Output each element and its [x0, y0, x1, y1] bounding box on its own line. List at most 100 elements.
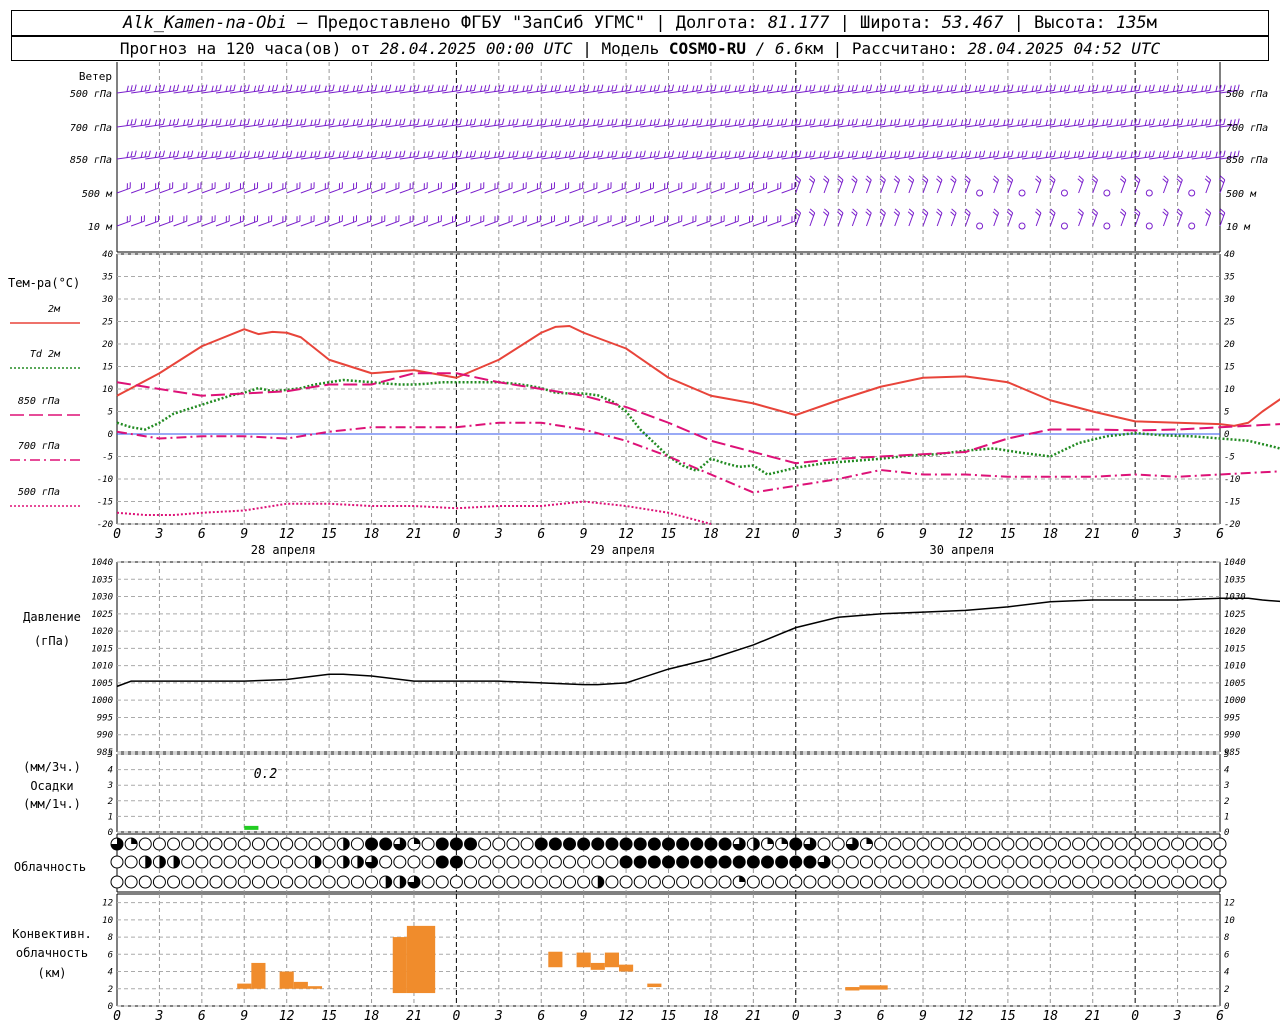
x-tick-label: 0	[113, 527, 121, 542]
wind-barb-flag	[1053, 84, 1056, 91]
wind-barb-flag	[1187, 119, 1190, 126]
cloud-cover-icon	[1029, 855, 1043, 869]
prec-tick-left: 2	[108, 797, 113, 807]
cloud-cover-icon	[379, 855, 393, 869]
conv-tick-right: 10	[1224, 916, 1235, 926]
wind-barb-flag	[130, 85, 133, 92]
convective-cloud-bar	[576, 952, 591, 968]
wind-barb-icon	[512, 187, 527, 194]
cloud-cover-icon	[506, 837, 520, 851]
cloud-cover-icon	[690, 855, 704, 869]
calm-wind-icon	[1018, 222, 1026, 230]
wind-barb-icon	[145, 187, 159, 194]
wind-barb-flag	[993, 175, 999, 181]
wind-barb-flag	[1120, 151, 1123, 158]
cloud-cover-icon	[973, 875, 987, 889]
cloud-cover-icon	[294, 875, 308, 889]
wind-barb-flag	[936, 151, 939, 158]
wind-barb-flag	[950, 211, 956, 217]
cloud-cover-icon	[1156, 875, 1170, 889]
x-tick-label: 0	[1131, 527, 1139, 542]
cloud-cover-icon	[1128, 875, 1142, 889]
wind-barb-flag	[813, 84, 816, 91]
wind-barb-flag	[875, 119, 879, 126]
cloud-cover-icon	[633, 837, 647, 851]
wind-barb-flag	[1162, 119, 1166, 126]
wind-barb-flag	[168, 85, 172, 92]
wind-barb-flag	[579, 85, 582, 92]
wind-barb-flag	[1116, 85, 1119, 92]
wind-barb-flag	[600, 150, 604, 157]
wind-barb-flag	[926, 84, 929, 91]
wind-barb-flag	[875, 85, 879, 92]
convective-cloud-bar	[406, 925, 436, 994]
cloud-cover-icon	[577, 875, 591, 889]
wind-barb-flag	[1120, 119, 1123, 126]
wind-barb-flag	[795, 208, 801, 214]
wind-barb-flag	[130, 119, 133, 126]
wind-barb-flag	[993, 208, 999, 214]
wind-barb-flag	[635, 151, 638, 158]
wind-barb-flag	[880, 175, 886, 181]
calm-wind-icon	[976, 222, 984, 230]
wind-barb-flag	[247, 118, 250, 125]
wind-barb-icon	[116, 220, 131, 227]
wind-barb-flag	[289, 150, 293, 157]
wind-barb-flag	[1017, 85, 1020, 92]
wind-barb-flag	[459, 118, 462, 125]
wind-barb-flag	[332, 150, 335, 157]
wind-barb-icon	[343, 187, 357, 194]
cloud-cover-icon	[237, 875, 251, 889]
cloud-cover-icon	[322, 837, 336, 851]
cloud-cover-icon	[633, 875, 647, 889]
wind-barb-flag	[130, 151, 133, 158]
cloud-cover-fill	[131, 838, 138, 844]
wind-level-label-left: 500 гПа	[70, 89, 112, 100]
wind-barb-flag	[374, 84, 378, 91]
wind-barb-flag	[512, 85, 515, 92]
wind-barb-flag	[897, 150, 901, 157]
wind-barb-flag	[395, 119, 398, 126]
wind-barb-flag	[318, 84, 321, 91]
wind-barb-flag	[494, 119, 497, 126]
wind-barb-icon	[569, 187, 583, 194]
cloud-cover-icon	[1001, 837, 1015, 851]
wind-barb-flag	[946, 151, 950, 158]
cloud-cover-icon	[407, 855, 421, 869]
cloud-cover-fill	[314, 856, 321, 868]
wind-barb-flag	[855, 150, 858, 157]
temp-tick-right: 15	[1224, 363, 1235, 373]
cloud-cover-fill	[413, 838, 420, 844]
prec-tick-right: 3	[1223, 781, 1229, 791]
wind-barb-flag	[932, 119, 935, 126]
cloud-cover-icon	[1029, 837, 1043, 851]
wind-barb-flag	[993, 119, 996, 126]
x-tick-label-bottom: 18	[1042, 1009, 1058, 1024]
temp-tick-left: -10	[97, 475, 113, 485]
temp-tick-right: 25	[1224, 318, 1235, 328]
wind-barb-icon	[682, 220, 696, 227]
wind-barb-flag	[883, 118, 887, 125]
wind-barb-flag	[1077, 85, 1081, 92]
pres-tick-left: 1020	[91, 627, 113, 637]
calm-wind-icon	[1060, 222, 1068, 230]
wind-barb-flag	[1180, 84, 1184, 91]
wind-barb-flag	[926, 150, 929, 157]
wind-barb-flag	[572, 118, 576, 125]
wind-barb-flag	[239, 151, 242, 158]
cloud-cover-icon	[421, 855, 435, 869]
cloud-cover-icon	[690, 837, 704, 851]
wind-barb-icon	[442, 220, 456, 227]
cloud-cover-fill	[145, 856, 152, 868]
convective-cloud-bar	[251, 962, 266, 989]
wind-barb-flag	[1106, 119, 1109, 126]
conv-panel-unit: (км)	[38, 966, 67, 980]
cloud-cover-icon	[1142, 855, 1156, 869]
wind-barb-flag	[908, 151, 911, 158]
prec-tick-right: 2	[1224, 797, 1229, 807]
wind-barb-flag	[615, 118, 618, 125]
wind-barb-flag	[586, 150, 590, 157]
wind-barb-flag	[480, 151, 483, 158]
cloud-cover-icon	[803, 855, 817, 869]
pres-tick-right: 1025	[1224, 610, 1246, 620]
